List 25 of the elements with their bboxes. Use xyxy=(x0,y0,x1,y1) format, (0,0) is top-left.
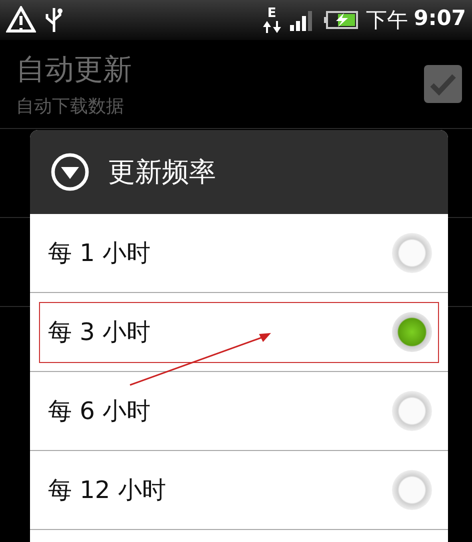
dialog-title: 更新频率 xyxy=(108,156,216,190)
option-label: 每 1 小时 xyxy=(48,238,151,269)
battery-charging-icon xyxy=(324,10,358,30)
data-arrows-icon xyxy=(262,20,282,34)
setting-subtitle: 自动下载数据 xyxy=(16,95,125,118)
option-row[interactable]: 每 3 小时 xyxy=(30,293,448,372)
option-label: 每 12 小时 xyxy=(48,475,166,506)
option-row[interactable]: 每 12 小时 xyxy=(30,451,448,530)
clock-time: 9:07 xyxy=(414,6,466,32)
option-label: 每 6 小时 xyxy=(48,396,151,427)
warning-icon xyxy=(6,6,36,34)
radio-button[interactable] xyxy=(392,470,432,510)
radio-button[interactable] xyxy=(392,312,432,352)
dropdown-circle-icon xyxy=(50,152,90,192)
usb-icon xyxy=(44,6,64,34)
option-row[interactable]: 每 6 小时 xyxy=(30,372,448,451)
checkmark-icon xyxy=(429,72,457,96)
time-period: 下午 xyxy=(366,7,408,34)
option-row[interactable]: 每 1 小时 xyxy=(30,214,448,293)
radio-button[interactable] xyxy=(392,233,432,273)
radio-button[interactable] xyxy=(392,391,432,431)
checkbox[interactable] xyxy=(424,65,462,103)
setting-title: 自动更新 xyxy=(16,51,133,88)
network-type: E xyxy=(267,6,276,20)
option-label: 每 3 小时 xyxy=(48,317,151,348)
